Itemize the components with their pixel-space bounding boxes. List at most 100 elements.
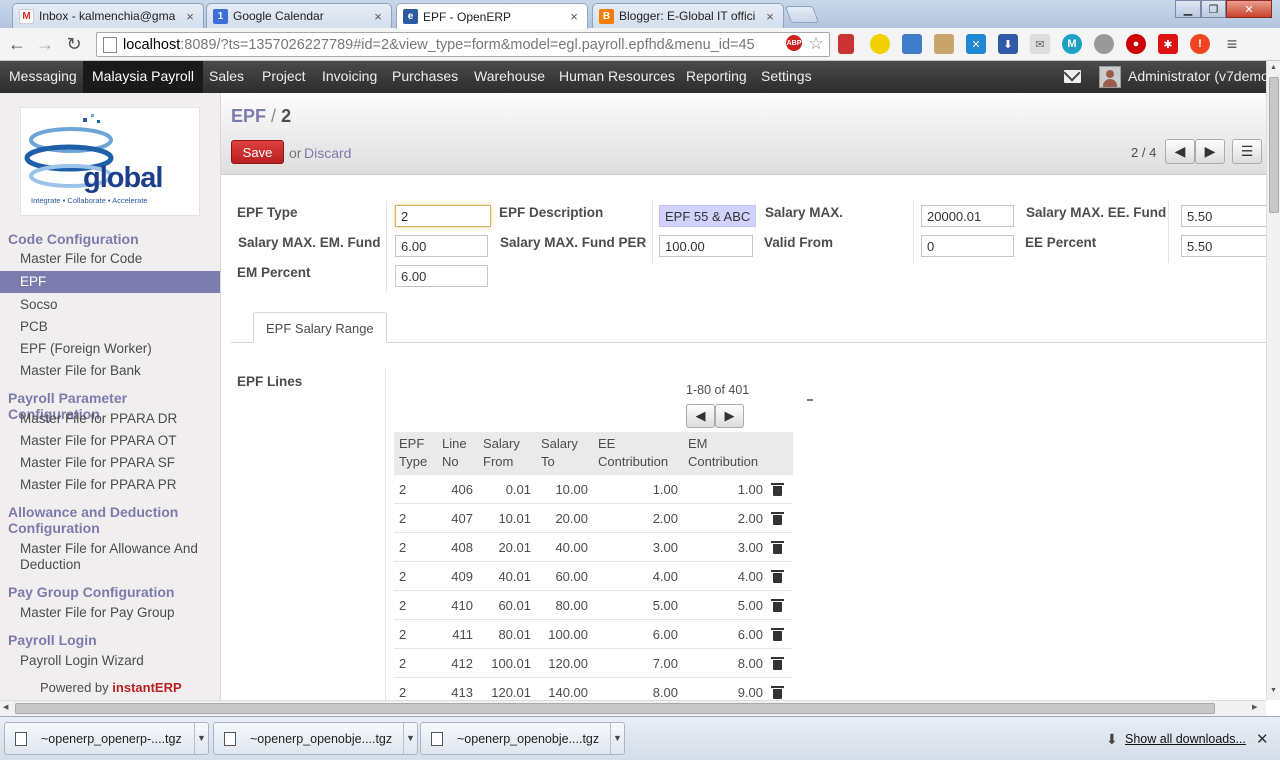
breadcrumb-parent[interactable]: EPF <box>231 106 266 126</box>
menu-reporting[interactable]: Reporting <box>677 61 756 93</box>
chevron-down-icon[interactable]: ▼ <box>610 723 624 754</box>
sidebar-item-epf[interactable]: EPF <box>0 271 220 293</box>
mail-extension-icon[interactable]: ✉ <box>1030 34 1050 54</box>
epf-description-field[interactable]: EPF 55 & ABC <box>659 205 756 227</box>
salary-max-fund-per-field[interactable]: 100.00 <box>659 235 753 257</box>
sidebar-item-ppara-dr[interactable]: Master File for PPARA DR <box>20 411 215 427</box>
back-icon[interactable]: ← <box>6 33 28 55</box>
trash-icon[interactable] <box>771 685 784 699</box>
sidebar-item-pay-group[interactable]: Master File for Pay Group <box>20 605 215 621</box>
close-shelf-icon[interactable]: ✕ <box>1256 730 1269 748</box>
menu-malaysia-payroll[interactable]: Malaysia Payroll <box>83 61 203 93</box>
sidebar-item-payroll-login-wizard[interactable]: Payroll Login Wizard <box>20 653 215 669</box>
menu-purchases[interactable]: Purchases <box>383 61 467 93</box>
sidebar-item-allowance-and-deduction[interactable]: Master File for Allowance And Deduction <box>20 541 215 573</box>
table-row[interactable]: 2 410 60.01 80.00 5.00 5.00 <box>394 590 793 620</box>
download-item[interactable]: ~openerp_openobje....tgz ▼ <box>420 722 625 755</box>
trash-icon[interactable] <box>771 511 784 525</box>
close-tab-icon[interactable]: × <box>763 9 777 24</box>
menu-settings[interactable]: Settings <box>752 61 821 93</box>
column-header-em-contribution[interactable]: EM Contribution <box>683 432 768 475</box>
menu-invoicing[interactable]: Invoicing <box>313 61 386 93</box>
asterisk-extension-icon[interactable]: ✱ <box>1158 34 1178 54</box>
sidebar-item-ppara-pr[interactable]: Master File for PPARA PR <box>20 477 215 493</box>
trash-icon[interactable] <box>771 656 784 670</box>
valid-from-field[interactable]: 0 <box>921 235 1014 257</box>
horizontal-scroll-thumb[interactable] <box>15 703 1215 714</box>
trash-icon[interactable] <box>771 627 784 641</box>
avatar[interactable] <box>1099 66 1121 88</box>
download-item[interactable]: ~openerp_openobje....tgz ▼ <box>213 722 418 755</box>
horizontal-scrollbar[interactable]: ◀ ▶ <box>0 700 1266 716</box>
column-header-line-no[interactable]: Line No <box>437 432 478 475</box>
forward-icon[interactable]: → <box>34 33 56 55</box>
scroll-up-icon[interactable]: ▲ <box>1270 64 1277 71</box>
menu-project[interactable]: Project <box>253 61 315 93</box>
company-logo[interactable]: global Integrate • Collaborate • Acceler… <box>20 107 200 216</box>
ee-percent-field[interactable]: 5.50 <box>1181 235 1266 257</box>
chevron-down-icon[interactable]: ▼ <box>403 723 417 754</box>
chevron-down-icon[interactable]: ▼ <box>194 723 208 754</box>
browser-tab-calendar[interactable]: 1 Google Calendar × <box>206 3 392 28</box>
tab-epf-salary-range[interactable]: EPF Salary Range <box>253 312 387 343</box>
envelope-icon[interactable] <box>1064 70 1081 83</box>
table-row[interactable]: 2 408 20.01 40.00 3.00 3.00 <box>394 532 793 562</box>
user-name[interactable]: Administrator (v7demo1 <box>1128 61 1266 92</box>
browser-tab-blogger[interactable]: B Blogger: E-Global IT offici × <box>592 3 784 28</box>
salary-max-em-fund-field[interactable]: 6.00 <box>395 235 488 257</box>
sidebar-item-ppara-ot[interactable]: Master File for PPARA OT <box>20 433 215 449</box>
salary-max-field[interactable]: 20000.01 <box>921 205 1014 227</box>
trash-icon[interactable] <box>771 598 784 612</box>
epf-type-field[interactable]: 2 <box>395 205 491 227</box>
vertical-scroll-thumb[interactable] <box>1269 77 1279 213</box>
minimize-icon[interactable]: ▁ <box>1175 0 1201 18</box>
browser-tab-gmail[interactable]: M Inbox - kalmenchia@gma × <box>12 3 204 28</box>
previous-record-button[interactable]: ◀ <box>1165 139 1195 164</box>
window-close-icon[interactable]: ✕ <box>1226 0 1272 18</box>
save-button[interactable]: Save <box>231 140 284 164</box>
salary-max-ee-fund-field[interactable]: 5.50 <box>1181 205 1266 227</box>
x-extension-icon[interactable]: ✕ <box>966 34 986 54</box>
view-menu-button[interactable]: ☰ <box>1232 139 1262 164</box>
table-row[interactable]: 2 407 10.01 20.00 2.00 2.00 <box>394 503 793 533</box>
sidebar-item-pcb[interactable]: PCB <box>20 319 215 335</box>
people-extension-icon[interactable] <box>934 34 954 54</box>
address-bar[interactable]: localhost:8089/?ts=1357026227789#id=2&vi… <box>96 32 830 57</box>
column-header-salary-to[interactable]: Salary To <box>536 432 593 475</box>
pacman-extension-icon[interactable] <box>870 34 890 54</box>
table-row[interactable]: 2 413 120.01 140.00 8.00 9.00 <box>394 677 793 700</box>
lines-previous-button[interactable]: ◀ <box>686 404 715 428</box>
em-percent-field[interactable]: 6.00 <box>395 265 488 287</box>
bookmark-star-icon[interactable]: ☆ <box>806 34 826 54</box>
scroll-right-icon[interactable]: ▶ <box>1252 703 1257 711</box>
trash-icon[interactable] <box>771 482 784 496</box>
sidebar-item-socso[interactable]: Socso <box>20 297 215 313</box>
sidebar-item-epf-foreign-worker[interactable]: EPF (Foreign Worker) <box>20 341 215 357</box>
menu-human-resources[interactable]: Human Resources <box>550 61 684 93</box>
scroll-left-icon[interactable]: ◀ <box>3 703 8 711</box>
table-row[interactable]: 2 409 40.01 60.00 4.00 4.00 <box>394 561 793 591</box>
table-row[interactable]: 2 406 0.01 10.00 1.00 1.00 <box>394 474 793 504</box>
opera-extension-icon[interactable]: ! <box>1190 34 1210 54</box>
download-extension-icon[interactable]: ⬇ <box>998 34 1018 54</box>
stop-extension-icon[interactable]: ● <box>1126 34 1146 54</box>
trash-icon[interactable] <box>771 540 784 554</box>
new-tab-button[interactable] <box>784 6 820 23</box>
m-extension-icon[interactable]: M <box>1062 34 1082 54</box>
next-record-button[interactable]: ▶ <box>1195 139 1225 164</box>
powered-by-brand[interactable]: instantERP <box>112 680 181 695</box>
scroll-down-icon[interactable]: ▼ <box>1270 687 1277 694</box>
sidebar-item-ppara-sf[interactable]: Master File for PPARA SF <box>20 455 215 471</box>
download-item[interactable]: ~openerp_openerp-....tgz ▼ <box>4 722 209 755</box>
column-header-ee-contribution[interactable]: EE Contribution <box>593 432 683 475</box>
screenshot-extension-icon[interactable] <box>902 34 922 54</box>
sidebar-item-master-file-for-code[interactable]: Master File for Code <box>20 251 215 267</box>
bookmarks-extension-icon[interactable] <box>838 34 854 54</box>
sidebar-item-master-file-for-bank[interactable]: Master File for Bank <box>20 363 215 379</box>
chrome-menu-icon[interactable]: ≡ <box>1222 34 1242 54</box>
close-tab-icon[interactable]: × <box>567 9 581 24</box>
reload-icon[interactable]: ↻ <box>63 33 85 55</box>
close-tab-icon[interactable]: × <box>371 9 385 24</box>
browser-tab-openerp[interactable]: e EPF - OpenERP × <box>396 3 588 29</box>
close-tab-icon[interactable]: × <box>183 9 197 24</box>
